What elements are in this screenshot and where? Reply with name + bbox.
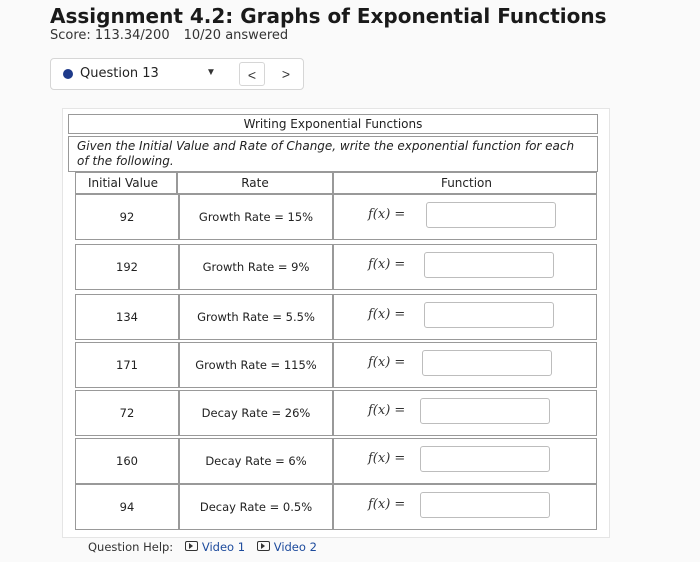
function-label: f(x) = — [368, 403, 406, 418]
column-header-initial-value: Initial Value — [75, 172, 177, 194]
function-label: f(x) = — [368, 307, 406, 322]
video-1-link[interactable]: Video 1 — [184, 540, 246, 554]
column-header-function: Function — [333, 172, 597, 194]
function-answer-input[interactable] — [426, 202, 556, 228]
initial-value-cell: 134 — [75, 294, 179, 340]
question-status-dot — [63, 69, 73, 79]
initial-value-cell: 92 — [75, 194, 179, 240]
function-cell: f(x) = — [333, 194, 597, 240]
question-help: Question Help: Video 1 Video 2 — [88, 540, 317, 554]
previous-question-button[interactable]: < — [239, 62, 265, 86]
next-question-button[interactable]: > — [273, 62, 299, 86]
question-label: Question 13 — [80, 66, 159, 81]
function-answer-input[interactable] — [420, 492, 550, 518]
function-answer-input[interactable] — [420, 398, 550, 424]
function-label: f(x) = — [368, 207, 406, 222]
answered-count: 10/20 answered — [183, 28, 289, 43]
function-label: f(x) = — [368, 497, 406, 512]
initial-value-cell: 171 — [75, 342, 179, 388]
function-answer-input[interactable] — [424, 252, 554, 278]
function-cell: f(x) = — [333, 244, 597, 290]
rate-cell: Growth Rate = 9% — [179, 244, 333, 290]
function-cell: f(x) = — [333, 484, 597, 530]
problem-instructions: Given the Initial Value and Rate of Chan… — [68, 136, 598, 172]
initial-value-cell: 72 — [75, 390, 179, 436]
page-title: Assignment 4.2: Graphs of Exponential Fu… — [50, 4, 607, 28]
initial-value-cell: 94 — [75, 484, 179, 530]
function-label: f(x) = — [368, 451, 406, 466]
function-cell: f(x) = — [333, 438, 597, 484]
function-cell: f(x) = — [333, 294, 597, 340]
function-answer-input[interactable] — [420, 446, 550, 472]
rate-cell: Growth Rate = 15% — [179, 194, 333, 240]
score-line: Score: 113.34/200 10/20 answered — [50, 28, 288, 43]
video-icon — [184, 541, 198, 551]
initial-value-cell: 192 — [75, 244, 179, 290]
video-icon — [256, 541, 270, 551]
question-selector[interactable]: Question 13 ▼ < > — [50, 58, 304, 90]
problem-heading: Writing Exponential Functions — [68, 114, 598, 134]
function-cell: f(x) = — [333, 342, 597, 388]
caret-down-icon[interactable]: ▼ — [206, 67, 216, 78]
function-label: f(x) = — [368, 257, 406, 272]
score-text: Score: 113.34/200 — [50, 28, 170, 43]
initial-value-cell: 160 — [75, 438, 179, 484]
rate-cell: Decay Rate = 6% — [179, 438, 333, 484]
rate-cell: Growth Rate = 115% — [179, 342, 333, 388]
question-help-label: Question Help: — [88, 540, 174, 554]
rate-cell: Growth Rate = 5.5% — [179, 294, 333, 340]
column-header-rate: Rate — [177, 172, 333, 194]
function-answer-input[interactable] — [422, 350, 552, 376]
rate-cell: Decay Rate = 0.5% — [179, 484, 333, 530]
function-label: f(x) = — [368, 355, 406, 370]
video-2-link[interactable]: Video 2 — [256, 540, 317, 554]
video-1-label: Video 1 — [201, 540, 246, 554]
function-answer-input[interactable] — [424, 302, 554, 328]
function-cell: f(x) = — [333, 390, 597, 436]
video-2-label: Video 2 — [273, 540, 317, 554]
rate-cell: Decay Rate = 26% — [179, 390, 333, 436]
